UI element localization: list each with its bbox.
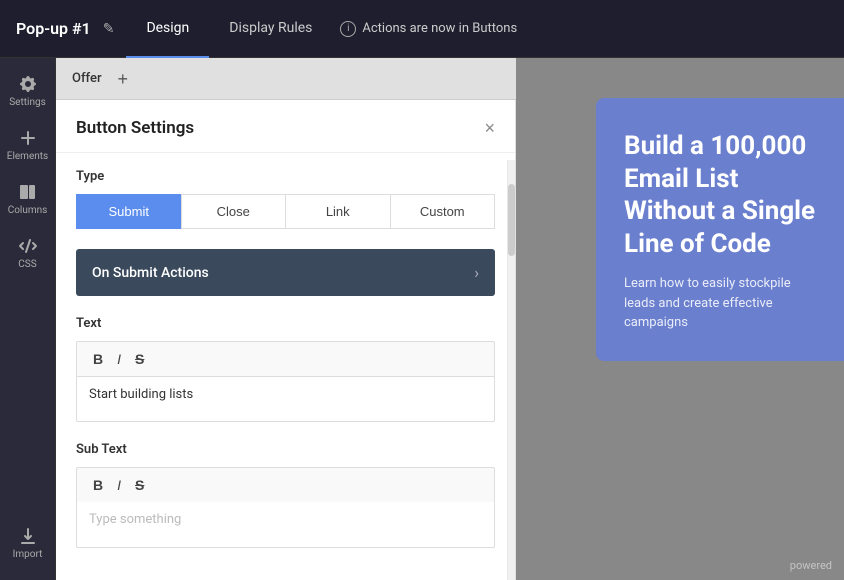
sidebar-item-css[interactable]: CSS — [0, 228, 55, 278]
sidebar-label-settings: Settings — [9, 97, 46, 108]
sidebar-label-import: Import — [13, 549, 43, 560]
type-btn-custom[interactable]: Custom — [390, 194, 496, 229]
main-layout: Settings Elements Columns CSS Import — [0, 58, 844, 580]
panel-header: Button Settings × — [56, 100, 515, 153]
subtext-strike-button[interactable]: S — [129, 474, 150, 496]
text-content[interactable]: Start building lists — [76, 376, 495, 422]
scroll-track[interactable] — [507, 160, 515, 580]
preview-card: Build a 100,000 Email List Without a Sin… — [596, 98, 844, 361]
submit-actions-row[interactable]: On Submit Actions › — [76, 249, 495, 296]
text-strike-button[interactable]: S — [129, 348, 150, 370]
sidebar-label-columns: Columns — [8, 205, 48, 216]
subtext-italic-button[interactable]: I — [111, 474, 127, 496]
subtext-section-label: Sub Text — [76, 442, 495, 457]
info-circle-icon: i — [340, 21, 356, 37]
type-btn-close[interactable]: Close — [181, 194, 286, 229]
button-settings-panel: Button Settings × Type Submit Close — [56, 100, 516, 580]
text-format-toolbar: B I S — [76, 341, 495, 376]
chevron-right-icon: › — [474, 263, 479, 282]
type-btn-link[interactable]: Link — [285, 194, 390, 229]
sidebar-icons: Settings Elements Columns CSS Import — [0, 58, 56, 580]
top-bar: Pop-up #1 ✎ Design Display Rules i Actio… — [0, 0, 844, 58]
settings-icon — [18, 74, 38, 94]
subtext-input[interactable]: Type something — [76, 502, 495, 548]
popup-title-text: Pop-up #1 — [16, 19, 91, 38]
code-icon — [18, 236, 38, 256]
download-icon — [18, 526, 38, 546]
text-section: Text B I S Start building lists — [76, 316, 495, 422]
sidebar-item-settings[interactable]: Settings — [0, 66, 55, 116]
preview-area: Build a 100,000 Email List Without a Sin… — [516, 58, 844, 580]
subtext-bold-button[interactable]: B — [87, 474, 109, 496]
add-tab-button[interactable]: + — [118, 70, 129, 88]
panel-body: Type Submit Close Link Custom — [56, 153, 515, 580]
edit-title-button[interactable]: ✎ — [99, 16, 119, 41]
sidebar-item-import[interactable]: Import — [0, 518, 55, 568]
text-bold-button[interactable]: B — [87, 348, 109, 370]
pencil-icon: ✎ — [103, 20, 115, 36]
sidebar-item-elements[interactable]: Elements — [0, 120, 55, 170]
subtext-section: Sub Text B I S Type something — [76, 442, 495, 548]
actions-notice: i Actions are now in Buttons — [340, 21, 517, 37]
scroll-thumb — [508, 184, 515, 256]
sidebar-label-elements: Elements — [7, 151, 48, 162]
tab-design[interactable]: Design — [126, 0, 209, 58]
offer-tab-row: Offer + — [56, 58, 516, 100]
text-italic-button[interactable]: I — [111, 348, 127, 370]
app-title: Pop-up #1 ✎ — [16, 16, 118, 41]
type-section-label: Type — [76, 169, 495, 184]
powered-by-label: powered — [790, 559, 832, 572]
submit-actions-label: On Submit Actions — [92, 265, 209, 281]
preview-card-title: Build a 100,000 Email List Without a Sin… — [624, 130, 816, 260]
panel-title: Button Settings — [76, 118, 194, 138]
content-area: Offer + Button Settings × Type Submit — [56, 58, 844, 580]
sidebar-item-columns[interactable]: Columns — [0, 174, 55, 224]
plus-icon — [18, 128, 38, 148]
close-panel-button[interactable]: × — [484, 119, 495, 137]
type-btn-submit[interactable]: Submit — [76, 194, 181, 229]
offer-tab[interactable]: Offer — [68, 71, 106, 86]
subtext-format-toolbar: B I S — [76, 467, 495, 502]
sidebar-label-css: CSS — [18, 259, 36, 270]
columns-icon — [18, 182, 38, 202]
tab-display-rules[interactable]: Display Rules — [209, 0, 332, 58]
preview-card-subtitle: Learn how to easily stockpile leads and … — [624, 274, 816, 333]
type-button-group: Submit Close Link Custom — [76, 194, 495, 229]
text-section-label: Text — [76, 316, 495, 331]
